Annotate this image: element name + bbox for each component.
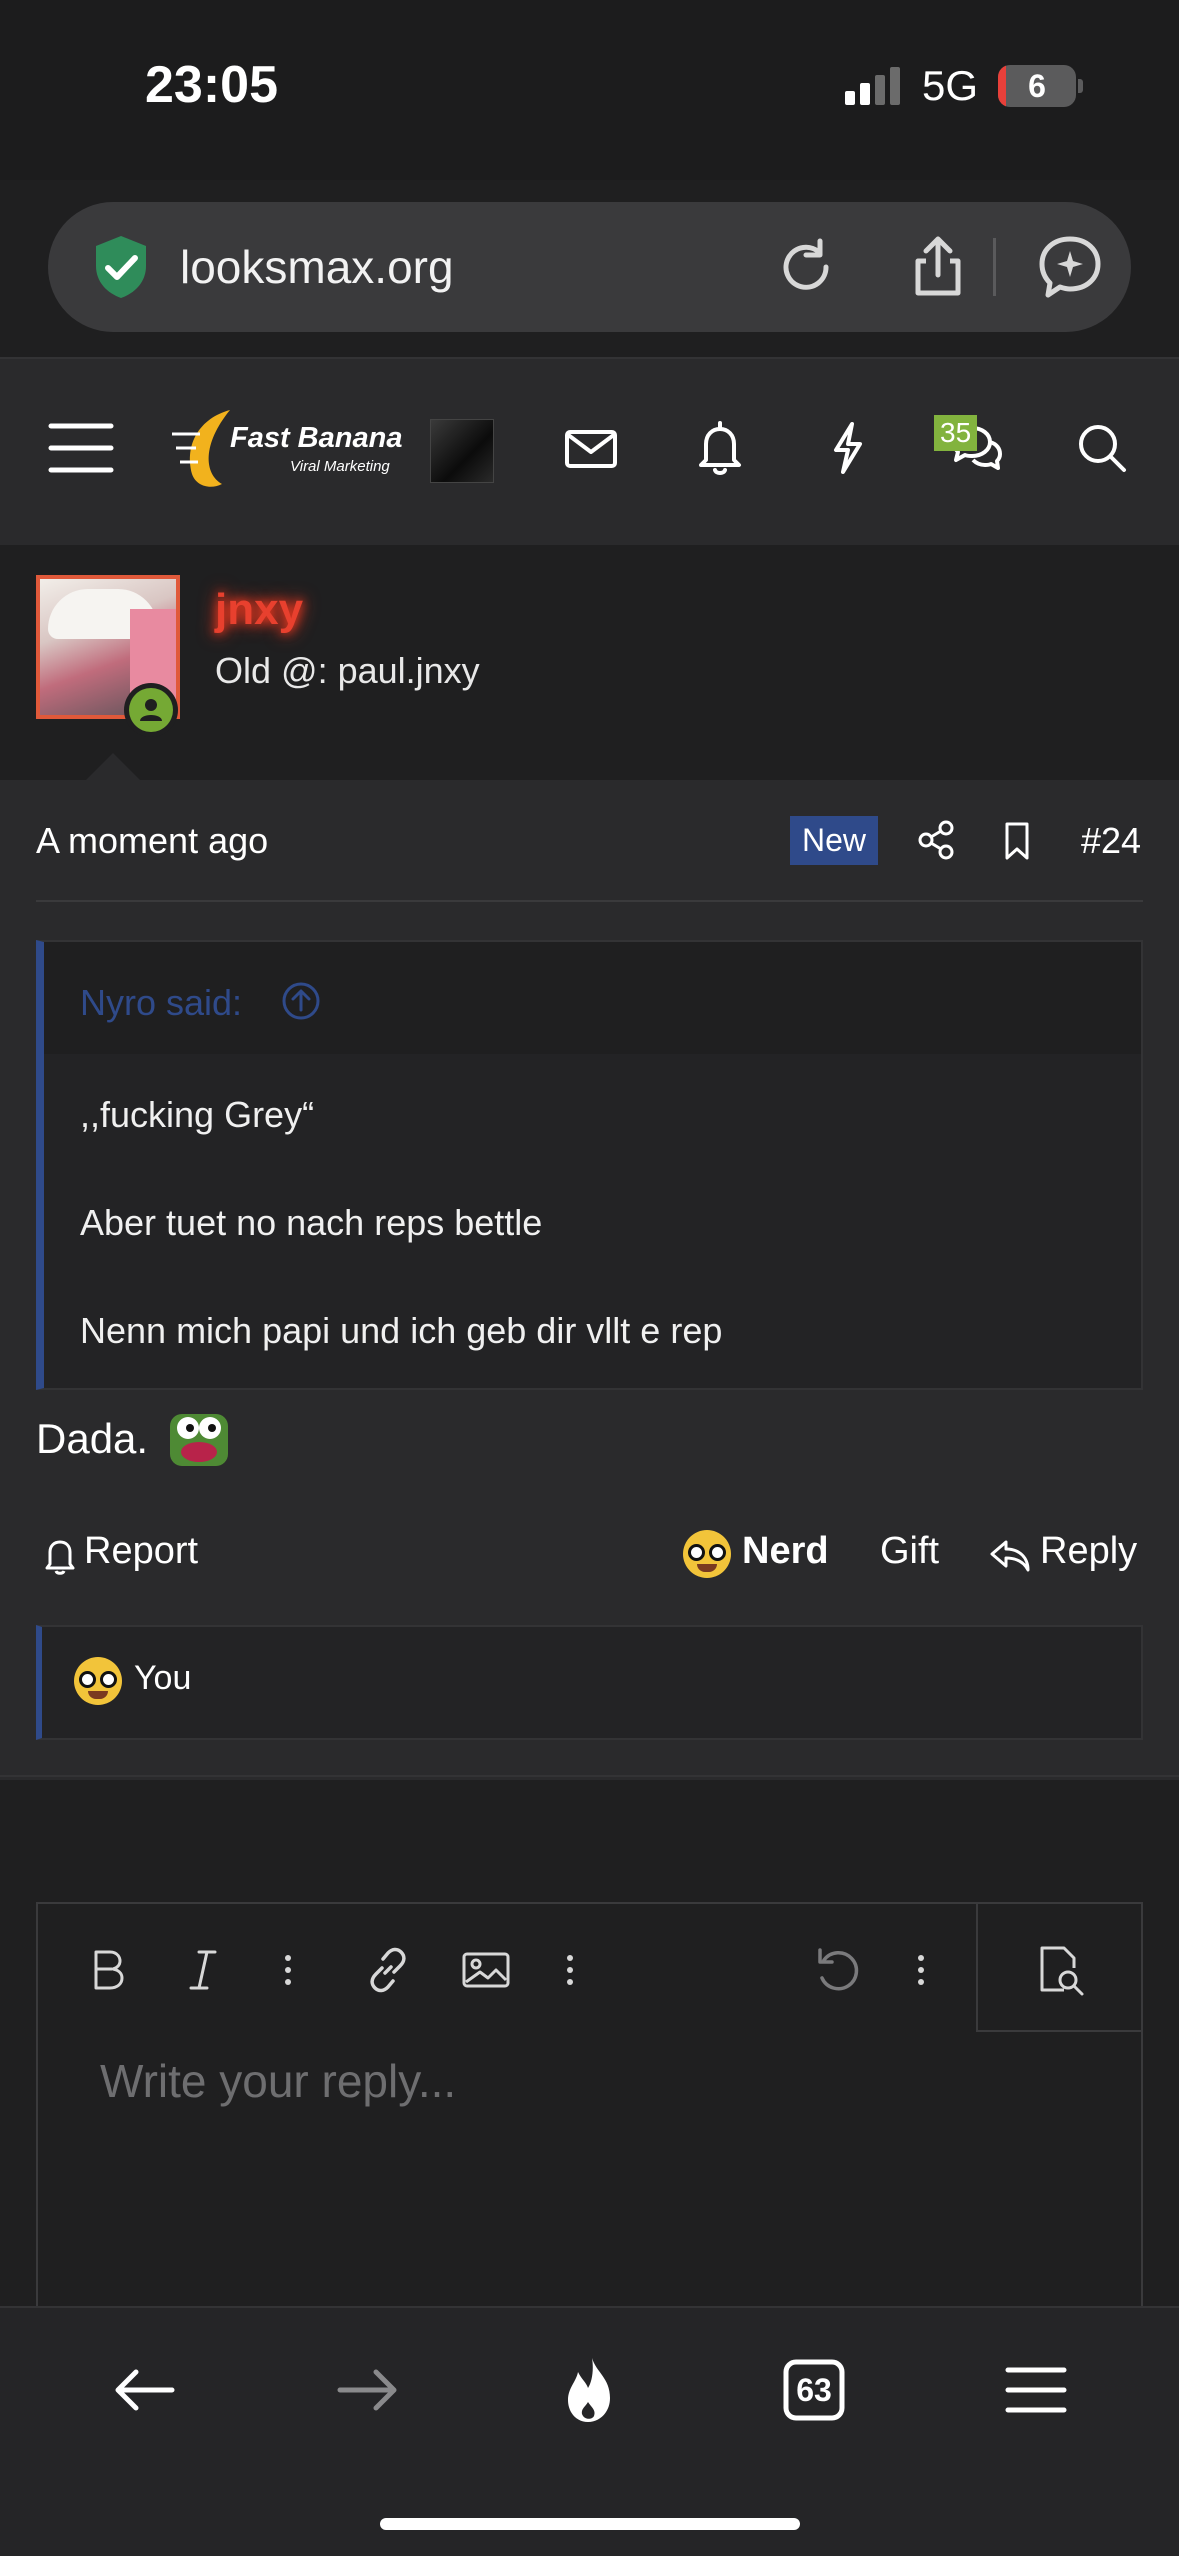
more-vertical-icon[interactable] [258, 1940, 318, 2000]
home-indicator [380, 2518, 800, 2530]
logo-subtitle: Viral Marketing [290, 458, 390, 475]
reactions-bar[interactable]: You [36, 1625, 1143, 1740]
fire-icon[interactable] [552, 2352, 628, 2428]
forum-navbar: Fast Banana Viral Marketing 35 [0, 359, 1179, 545]
bookmark-icon[interactable] [993, 816, 1041, 864]
battery-icon: 6 [998, 65, 1076, 107]
reply-input-placeholder[interactable]: Write your reply... [100, 2054, 456, 2108]
tabs-count: 63 [796, 2372, 832, 2408]
bell-icon[interactable] [684, 412, 756, 484]
logo-title: Fast Banana [230, 422, 403, 454]
user-title: Old @: paul.jnxy [215, 650, 480, 691]
quote-block: Nyro said: ,,fucking Grey“ Aber tuet no … [36, 940, 1143, 1390]
mail-icon[interactable] [555, 412, 627, 484]
menu-icon[interactable] [998, 2352, 1074, 2428]
battery-tip [1078, 79, 1083, 93]
nerd-reaction-button[interactable]: Nerd [742, 1530, 829, 1573]
sponsor-logo[interactable]: Fast Banana Viral Marketing [170, 404, 403, 494]
post-time[interactable]: A moment ago [36, 820, 268, 862]
quote-line: ,,fucking Grey“ [80, 1094, 315, 1135]
reaction-user[interactable]: You [134, 1659, 191, 1698]
more-vertical-icon[interactable] [540, 1940, 600, 2000]
url-separator [993, 238, 996, 296]
bold-icon[interactable] [78, 1940, 138, 2000]
shield-check-icon [96, 236, 146, 298]
reply-arrow-icon[interactable] [988, 1534, 1032, 1576]
chat-count-badge: 35 [934, 415, 978, 451]
gift-button[interactable]: Gift [880, 1530, 939, 1573]
more-vertical-icon[interactable] [891, 1940, 951, 2000]
reload-icon[interactable] [768, 229, 844, 305]
tabs-button[interactable]: 63 [776, 2352, 852, 2428]
quote-header[interactable]: Nyro said: [44, 942, 1141, 1054]
bell-icon[interactable] [42, 1536, 78, 1576]
pointer-triangle [85, 753, 141, 781]
undo-icon[interactable] [806, 1940, 866, 2000]
username[interactable]: jnxy [215, 585, 303, 635]
back-arrow-icon[interactable] [106, 2352, 182, 2428]
network-type: 5G [922, 62, 979, 109]
assistant-sparkle-icon[interactable] [1032, 229, 1108, 305]
italic-icon[interactable] [173, 1940, 233, 2000]
signal-icon [845, 65, 900, 105]
search-icon[interactable] [1066, 412, 1138, 484]
editor-toolbar [38, 1904, 1143, 2032]
quote-line: Nenn mich papi und ich geb dir vllt e re… [80, 1310, 723, 1351]
preview-toggle[interactable] [976, 1904, 1143, 2032]
url-text[interactable]: looksmax.org [180, 240, 454, 294]
link-icon[interactable] [358, 1940, 418, 2000]
share-icon[interactable] [912, 816, 960, 864]
quote-author[interactable]: Nyro said: [80, 982, 242, 1024]
arrow-up-circle-icon[interactable] [280, 980, 322, 1022]
post: A moment ago New #24 Nyro said: ,,fuckin… [0, 780, 1179, 1780]
new-badge: New [790, 816, 879, 865]
battery-level: 6 [1028, 67, 1046, 104]
divider [0, 1775, 1179, 1777]
nerd-emoji-icon[interactable] [683, 1530, 731, 1578]
pepe-emoji-icon [170, 1414, 228, 1466]
post-user-header: jnxy Old @: paul.jnxy [0, 545, 1179, 781]
forward-arrow-icon[interactable] [330, 2352, 406, 2428]
report-button[interactable]: Report [84, 1530, 198, 1573]
nerd-emoji-icon [74, 1657, 122, 1705]
online-status-icon [124, 683, 178, 737]
reply-button[interactable]: Reply [1040, 1530, 1137, 1573]
status-time: 23:05 [145, 56, 278, 114]
browser-toolbar: 63 [0, 2306, 1179, 2556]
address-bar[interactable]: looksmax.org [48, 202, 1131, 332]
hamburger-menu-icon[interactable] [45, 412, 117, 484]
post-number[interactable]: #24 [1081, 820, 1141, 862]
post-text: Dada. [36, 1415, 149, 1462]
reply-editor[interactable]: Write your reply... [36, 1902, 1143, 2322]
post-actions: Report Nerd Gift Reply [0, 1520, 1179, 1590]
preview-icon[interactable] [1030, 1940, 1090, 2000]
status-bar: 23:05 5G 6 [0, 0, 1179, 180]
lightning-icon[interactable] [812, 412, 884, 484]
share-icon[interactable] [900, 229, 976, 305]
image-icon[interactable] [456, 1940, 516, 2000]
quote-line: Aber tuet no nach reps bettle [80, 1202, 543, 1243]
user-thumbnail[interactable] [430, 419, 494, 483]
divider [36, 900, 1143, 902]
